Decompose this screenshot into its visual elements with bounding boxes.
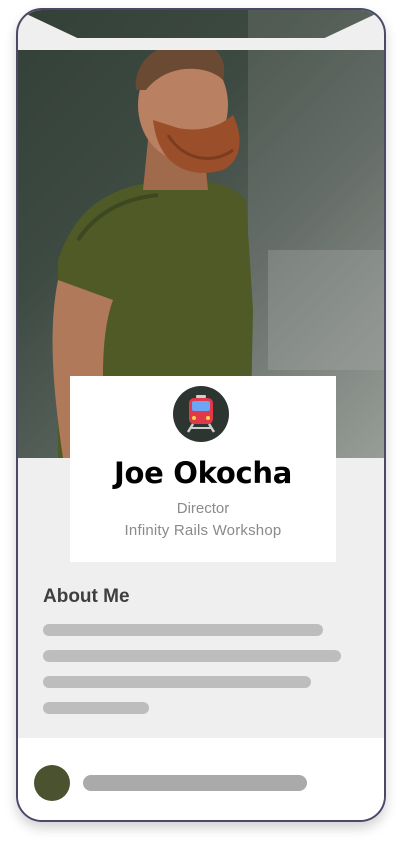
train-icon bbox=[186, 395, 216, 433]
company-avatar bbox=[173, 386, 229, 442]
footer-text-placeholder[interactable] bbox=[83, 775, 307, 791]
profile-screen: Joe Okocha Director Infinity Rails Works… bbox=[16, 8, 386, 822]
hero-angled-edge bbox=[18, 10, 384, 50]
about-text-line bbox=[43, 650, 341, 662]
about-text-line bbox=[43, 624, 323, 636]
profile-company: Infinity Rails Workshop bbox=[124, 522, 282, 539]
footer-avatar[interactable] bbox=[34, 765, 70, 801]
about-text-line bbox=[43, 702, 149, 714]
profile-name: Joe Okocha bbox=[114, 456, 292, 490]
profile-card: Joe Okocha Director Infinity Rails Works… bbox=[70, 376, 336, 562]
footer-bar bbox=[18, 738, 384, 820]
about-text-line bbox=[43, 676, 311, 688]
about-heading: About Me bbox=[43, 586, 130, 607]
profile-role: Director bbox=[176, 500, 230, 517]
